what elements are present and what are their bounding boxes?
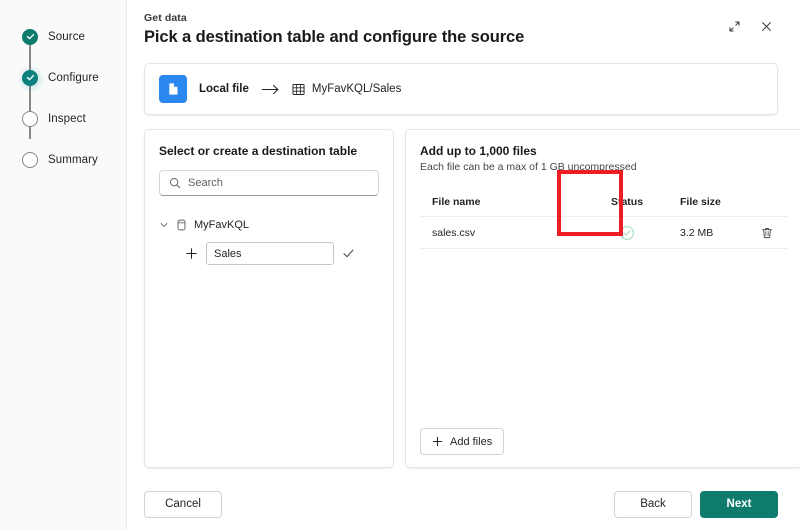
- files-panel-subheading: Each file can be a max of 1 GB uncompres…: [420, 161, 637, 173]
- destination-panel-heading: Select or create a destination table: [159, 144, 358, 158]
- column-header-file-name: File name: [432, 195, 481, 208]
- table-grid-icon: [292, 83, 305, 96]
- panels-row: Select or create a destination table Sea…: [144, 129, 800, 478]
- search-icon: [169, 177, 181, 189]
- get-data-dialog: Source Configure Inspect Summary Get dat…: [0, 0, 800, 530]
- dialog-header: Get data Pick a destination table and co…: [144, 12, 778, 57]
- dialog-body: Get data Pick a destination table and co…: [127, 0, 800, 530]
- column-header-status: Status: [610, 195, 644, 208]
- wizard-stepper-rail: Source Configure Inspect Summary: [0, 0, 127, 530]
- source-destination-strip: Local file MyFavKQL/Sales: [144, 63, 778, 115]
- plus-icon: [432, 436, 443, 447]
- column-header-file-size: File size: [680, 195, 721, 208]
- step-status-icon-source: [22, 28, 38, 45]
- table-row: sales.csv 3.2 MB: [420, 217, 788, 249]
- tree-node-new-table: [159, 242, 379, 265]
- footer-primary-actions: Back Next: [614, 490, 778, 518]
- file-document-icon: [159, 75, 187, 103]
- cell-actions: [760, 226, 782, 240]
- search-input[interactable]: [188, 177, 369, 189]
- add-files-button[interactable]: Add files: [420, 428, 505, 455]
- step-label-configure: Configure: [48, 71, 99, 84]
- dialog-footer: Cancel Back Next: [127, 478, 800, 530]
- cell-file-size: 3.2 MB: [680, 226, 714, 239]
- new-table-name-input[interactable]: [206, 242, 334, 265]
- expand-icon[interactable]: [722, 14, 746, 38]
- dialog-eyebrow: Get data: [144, 12, 187, 24]
- dialog-content: Get data Pick a destination table and co…: [127, 0, 800, 478]
- step-status-icon-inspect: [22, 110, 38, 127]
- checkmark-circle-icon: [619, 225, 635, 241]
- add-files-label: Add files: [450, 435, 493, 448]
- step-label-summary: Summary: [48, 153, 98, 166]
- sidebar-item-source[interactable]: Source: [22, 16, 126, 57]
- files-table: File name Status File size sales.csv 3.2…: [420, 187, 788, 249]
- files-panel: Add up to 1,000 files Each file can be a…: [405, 129, 800, 468]
- destination-tree: MyFavKQL: [159, 214, 379, 265]
- window-actions: [722, 14, 778, 38]
- next-button[interactable]: Next: [700, 490, 778, 518]
- database-icon: [176, 219, 187, 231]
- sidebar-item-summary[interactable]: Summary: [22, 139, 126, 180]
- cell-status: [574, 225, 680, 241]
- step-status-icon-configure: [17, 64, 45, 93]
- source-label: Local file: [199, 83, 249, 95]
- files-panel-heading: Add up to 1,000 files: [420, 144, 537, 158]
- arrow-right-icon: [261, 83, 280, 96]
- step-label-inspect: Inspect: [48, 112, 86, 125]
- close-icon[interactable]: [754, 14, 778, 38]
- tree-node-database[interactable]: MyFavKQL: [159, 214, 379, 236]
- wizard-steps: Source Configure Inspect Summary: [0, 16, 126, 180]
- checkmark-icon[interactable]: [342, 247, 355, 260]
- cancel-button[interactable]: Cancel: [144, 490, 222, 518]
- cell-file-name: sales.csv: [432, 226, 476, 239]
- page-title: Pick a destination table and configure t…: [144, 28, 525, 46]
- destination-label: MyFavKQL/Sales: [311, 83, 402, 95]
- back-button[interactable]: Back: [614, 490, 692, 518]
- step-status-icon-summary: [22, 151, 38, 168]
- chevron-down-icon[interactable]: [159, 220, 169, 230]
- database-name: MyFavKQL: [194, 219, 250, 231]
- sidebar-item-configure[interactable]: Configure: [17, 57, 126, 98]
- destination-chip: MyFavKQL/Sales: [292, 83, 401, 96]
- destination-table-panel: Select or create a destination table Sea…: [144, 129, 394, 468]
- trash-icon[interactable]: [760, 226, 774, 240]
- sidebar-item-inspect[interactable]: Inspect: [22, 98, 126, 139]
- search-box[interactable]: [159, 170, 379, 196]
- files-table-header: File name Status File size: [420, 187, 788, 217]
- step-label-source: Source: [48, 30, 86, 43]
- plus-icon[interactable]: [185, 247, 198, 260]
